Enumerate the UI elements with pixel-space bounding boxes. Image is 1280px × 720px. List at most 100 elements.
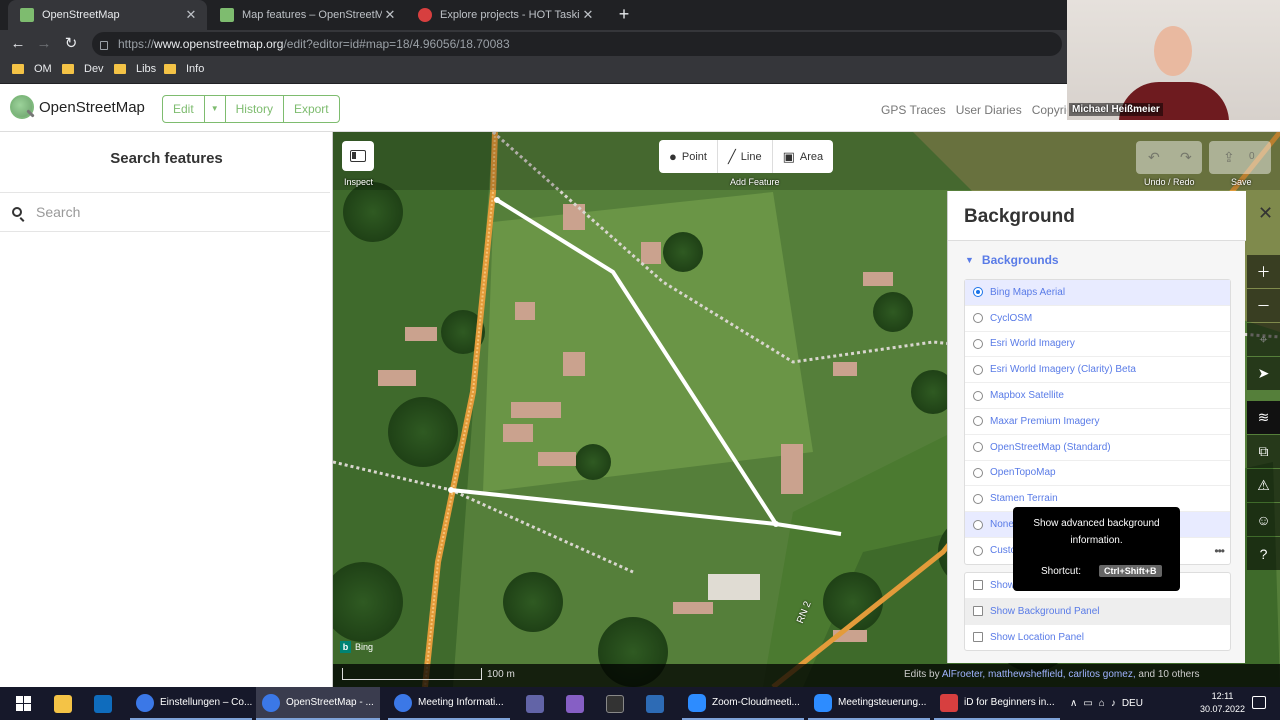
reload-icon[interactable]: ↻ [61, 34, 81, 54]
line-button[interactable]: ╱ Line [718, 140, 773, 173]
edit-button[interactable]: Edit [163, 96, 205, 122]
sidebar-title: Search features [110, 150, 223, 167]
layer-mapbox-satellite[interactable]: Mapbox Satellite [965, 383, 1230, 409]
close-tab-icon[interactable]: ✕ [580, 7, 596, 23]
layer-maxar-premium[interactable]: Maxar Premium Imagery [965, 409, 1230, 435]
forward-arrow-icon[interactable]: → [34, 34, 54, 54]
file-explorer-icon[interactable] [48, 687, 78, 720]
bookmark-dev[interactable]: Dev [62, 63, 104, 75]
zoom-out-button[interactable]: － [1247, 289, 1280, 322]
tray-chevron-icon[interactable]: ∧ [1070, 698, 1077, 709]
layer-cyclosm[interactable]: CyclOSM [965, 306, 1230, 332]
editors-links[interactable]: AlFroeter, matthewsheffield, carlitos go… [942, 669, 1136, 680]
bookmark-om[interactable]: OM [12, 63, 52, 75]
search-row [0, 192, 330, 232]
chevron-down-icon: ▼ [965, 255, 974, 265]
background-layers-button[interactable]: ≋ [1247, 401, 1280, 434]
radio-icon [973, 287, 983, 298]
back-arrow-icon[interactable]: ← [8, 34, 28, 54]
taskbar-meeting-informati[interactable]: Meeting Informati... [388, 687, 510, 720]
edits-attribution: Edits by AlFroeter, matthewsheffield, ca… [904, 669, 1200, 680]
help-button[interactable]: ? [1247, 537, 1280, 570]
tab-map-features[interactable]: Map features – OpenStreetMap W ✕ [208, 0, 406, 30]
undo-icon[interactable]: ↶ [1148, 149, 1160, 166]
network-icon[interactable]: ⌂ [1099, 698, 1105, 709]
save-button[interactable]: ⇪ 0 [1209, 141, 1271, 174]
close-tab-icon[interactable]: ✕ [382, 7, 398, 23]
feature-sidebar: Search features [0, 132, 333, 687]
bookmark-info[interactable]: Info [164, 63, 204, 75]
history-button[interactable]: History [226, 96, 284, 122]
point-button[interactable]: ● Point [659, 140, 718, 173]
taskbar-einstellungen[interactable]: Einstellungen – Co... [130, 687, 252, 720]
zoom-in-button[interactable]: ＋ [1247, 255, 1280, 288]
layer-esri-world-imagery[interactable]: Esri World Imagery [965, 332, 1230, 358]
layer-opentopomap[interactable]: OpenTopoMap [965, 461, 1230, 487]
user-diaries-link[interactable]: User Diaries [956, 103, 1022, 117]
new-tab-button[interactable]: + [614, 4, 634, 24]
tab-openstreetmap[interactable]: OpenStreetMap ✕ [8, 0, 207, 30]
issues-warning-button[interactable]: ⚠ [1247, 469, 1280, 502]
taskbar-id-for-beginners[interactable]: iD for Beginners in... [934, 687, 1060, 720]
tab-title: OpenStreetMap [42, 9, 120, 21]
osm-logo[interactable]: OpenStreetMap [10, 95, 145, 119]
keyboard-language[interactable]: DEU [1122, 698, 1143, 709]
outlook-icon[interactable] [88, 687, 118, 720]
osm-favicon-icon [220, 8, 234, 22]
participant-name: Michael Heißmeier [1069, 103, 1163, 116]
taskbar-clock[interactable]: 12:11 30.07.2022 [1195, 690, 1250, 716]
map-controls: ＋ － ⌖ ➤ ≋ ⧉ ⚠ ☺ ? [1247, 255, 1280, 571]
battery-icon[interactable]: ▭ [1083, 698, 1092, 709]
bing-logo-icon: b [340, 641, 351, 653]
add-feature-label: Add Feature [730, 177, 780, 187]
redo-icon[interactable]: ↷ [1180, 149, 1192, 166]
sidebar-toggle-icon [350, 150, 366, 162]
locate-button[interactable]: ➤ [1247, 357, 1280, 390]
radio-icon [973, 416, 983, 427]
layer-bing-maps-aerial[interactable]: Bing Maps Aerial [965, 280, 1230, 306]
bing-attribution[interactable]: b Bing [340, 641, 373, 653]
radio-icon [973, 493, 983, 504]
gps-traces-link[interactable]: GPS Traces [881, 103, 946, 117]
backgrounds-section-toggle[interactable]: ▼ Backgrounds [965, 253, 1059, 267]
layer-osm-standard[interactable]: OpenStreetMap (Standard) [965, 435, 1230, 461]
pane-title: Background [964, 206, 1075, 227]
save-label: Save [1231, 177, 1252, 187]
taskbar-openstreetmap[interactable]: OpenStreetMap - ... [256, 687, 380, 720]
option-show-background-panel[interactable]: Show Background Panel [965, 598, 1230, 625]
close-tab-icon[interactable]: ✕ [183, 7, 199, 23]
preferences-user-button[interactable]: ☺ [1247, 503, 1280, 536]
windows-start-icon[interactable] [10, 687, 32, 720]
layer-esri-clarity[interactable]: Esri World Imagery (Clarity) Beta [965, 357, 1230, 384]
taskbar-zoom-cloudmeeting[interactable]: Zoom-Cloudmeeti... [682, 687, 804, 720]
header-links: GPS Traces User Diaries Copyright [881, 103, 1083, 117]
teams-icon[interactable] [520, 687, 550, 720]
option-show-location-panel[interactable]: Show Location Panel [965, 625, 1230, 651]
close-icon[interactable]: ✕ [1258, 203, 1273, 224]
bookmark-libs[interactable]: Libs [114, 63, 156, 75]
more-options-icon[interactable]: ••• [1214, 544, 1225, 558]
edit-dropdown-icon[interactable]: ▼ [205, 96, 226, 122]
folder-icon [62, 64, 74, 74]
map-data-button[interactable]: ⧉ [1247, 435, 1280, 468]
terminal-icon[interactable] [600, 687, 630, 720]
inspect-button[interactable] [342, 141, 374, 171]
visual-studio-icon[interactable] [560, 687, 590, 720]
shortcut-label: Shortcut: [1041, 566, 1082, 577]
app-icon[interactable] [640, 687, 670, 720]
url-field[interactable]: https://www.openstreetmap.org/edit?edito… [92, 32, 1062, 56]
export-button[interactable]: Export [284, 96, 339, 122]
scale-bar[interactable] [342, 668, 482, 680]
line-icon: ╱ [727, 148, 736, 164]
area-button[interactable]: ▣ Area [773, 140, 834, 173]
taskbar-meetingsteuerung[interactable]: Meetingsteuerung... [808, 687, 930, 720]
volume-icon[interactable]: ♪ [1111, 698, 1116, 709]
search-input[interactable] [36, 204, 316, 220]
point-marker-icon: ● [669, 149, 677, 164]
notification-icon[interactable] [1252, 696, 1266, 709]
undo-redo-group: ↶ ↷ [1136, 141, 1202, 174]
edit-button-group: Edit ▼ History Export [162, 95, 340, 123]
inspect-label: Inspect [344, 177, 374, 187]
zoom-to-selection-button[interactable]: ⌖ [1247, 323, 1280, 356]
tab-hot-tasking[interactable]: Explore projects - HOT Tasking M ✕ [406, 0, 604, 30]
